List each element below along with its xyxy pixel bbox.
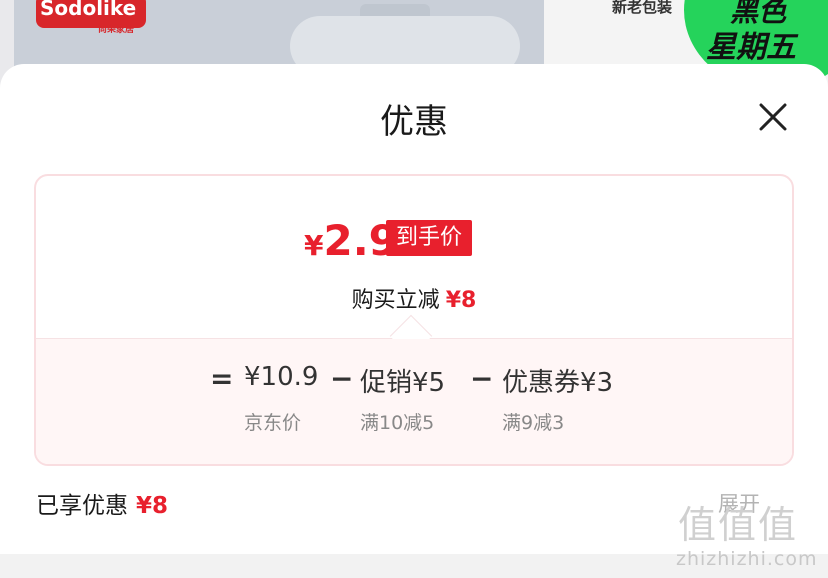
close-icon bbox=[759, 103, 787, 131]
watermark-site: zhizhizhi.com bbox=[676, 548, 818, 570]
brand-logo-text: Sodolike bbox=[40, 0, 137, 20]
coupon-caption: 满9减3 bbox=[502, 412, 565, 434]
promo-headline-2: 星期五 bbox=[706, 30, 796, 65]
instant-cut-row: 购买立减 ¥8 bbox=[36, 282, 792, 314]
promotion-caption: 满10减5 bbox=[360, 412, 435, 434]
discount-sheet: 优惠 ¥2.9 到手价 购买立减 ¥8 = ¥10.9 京东价 − 促销¥5 满1… bbox=[0, 64, 828, 554]
brand-sub-label: 尚朵家居 bbox=[98, 25, 135, 35]
close-button[interactable] bbox=[750, 94, 796, 140]
enjoyed-label: 已享优惠 bbox=[36, 493, 128, 519]
currency-symbol: ¥ bbox=[304, 229, 324, 262]
promo-small-label: 新老包装 bbox=[612, 0, 673, 16]
coupon-amount: 优惠券¥3 bbox=[502, 368, 614, 398]
minus-sign: − bbox=[330, 362, 354, 395]
final-price-badge: 到手价 bbox=[386, 220, 473, 256]
sheet-title: 优惠 bbox=[380, 102, 448, 142]
equals-sign: = bbox=[210, 362, 234, 395]
enjoyed-discount: 已享优惠 ¥8 bbox=[36, 486, 168, 520]
promotion-amount: 促销¥5 bbox=[360, 368, 446, 398]
jd-price-amount: ¥10.9 bbox=[244, 362, 319, 392]
instant-cut-label: 购买立减 bbox=[351, 288, 440, 313]
enjoyed-amount: ¥8 bbox=[136, 493, 169, 519]
jd-price-caption: 京东价 bbox=[244, 412, 302, 434]
instant-cut-amount: ¥8 bbox=[445, 288, 477, 313]
minus-sign: − bbox=[470, 362, 494, 395]
watermark-logo: 值值值 bbox=[678, 503, 799, 547]
final-price: ¥2.9 bbox=[304, 216, 398, 265]
price-breakdown-card: ¥2.9 到手价 购买立减 ¥8 = ¥10.9 京东价 − 促销¥5 满10减5… bbox=[34, 174, 794, 466]
